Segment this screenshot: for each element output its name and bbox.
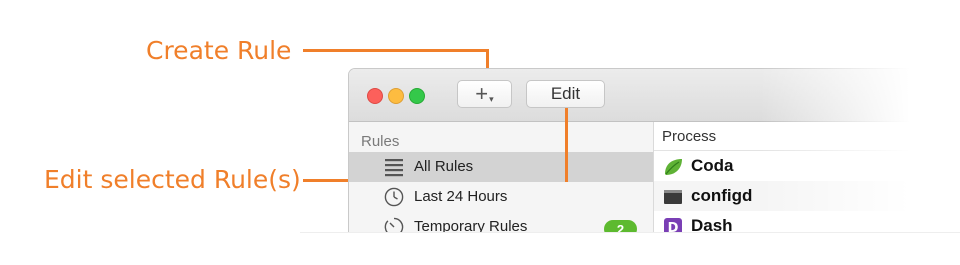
sidebar-item-temporary-rules[interactable]: Temporary Rules 2	[349, 212, 653, 241]
count-badge: 2	[604, 220, 637, 238]
edit-callout-line-v	[565, 108, 568, 182]
close-window-button[interactable]	[367, 88, 383, 104]
terminal-icon	[664, 190, 682, 204]
clock-icon	[384, 187, 404, 207]
create-rule-button[interactable]: + ▾	[457, 80, 512, 108]
minimize-window-button[interactable]	[388, 88, 404, 104]
process-name: Dash	[691, 216, 733, 235]
list-icon	[385, 159, 403, 177]
sidebar-item-label: Last 24 Hours	[414, 188, 508, 205]
rules-table: Process Coda configd D Dash	[654, 122, 960, 241]
sidebar-header: Rules	[361, 133, 400, 150]
process-name: configd	[691, 186, 753, 205]
sidebar-item-label: All Rules	[414, 158, 474, 175]
table-row[interactable]: Coda	[654, 151, 960, 181]
table-row[interactable]: D Dash	[654, 211, 960, 241]
dash-icon: D	[664, 218, 682, 236]
edit-rule-callout: Edit selected Rule(s)	[44, 165, 301, 194]
sidebar-item-last-24-hours[interactable]: Last 24 Hours	[349, 182, 653, 212]
sidebar: Rules All Rules Last 24 Hours Temporary …	[349, 122, 654, 241]
chevron-down-icon: ▾	[489, 93, 494, 104]
create-rule-callout: Create Rule	[146, 36, 292, 65]
table-row[interactable]: configd	[654, 181, 960, 211]
plus-icon: +	[475, 81, 489, 106]
app-window: + ▾ Edit Rules All Rules Last 24 Hours T…	[348, 68, 960, 241]
column-header-label: Process	[662, 128, 717, 145]
zoom-window-button[interactable]	[409, 88, 425, 104]
toolbar: + ▾ Edit	[349, 69, 960, 122]
coda-leaf-icon	[665, 159, 682, 175]
timer-icon	[384, 217, 404, 237]
svg-text:D: D	[668, 221, 679, 236]
create-callout-line-h	[303, 49, 489, 52]
column-header-process[interactable]: Process	[654, 122, 960, 151]
edit-rule-button[interactable]: Edit	[526, 80, 605, 108]
process-name: Coda	[691, 156, 734, 175]
sidebar-item-all-rules[interactable]: All Rules	[349, 152, 653, 182]
sidebar-item-label: Temporary Rules	[414, 218, 528, 235]
